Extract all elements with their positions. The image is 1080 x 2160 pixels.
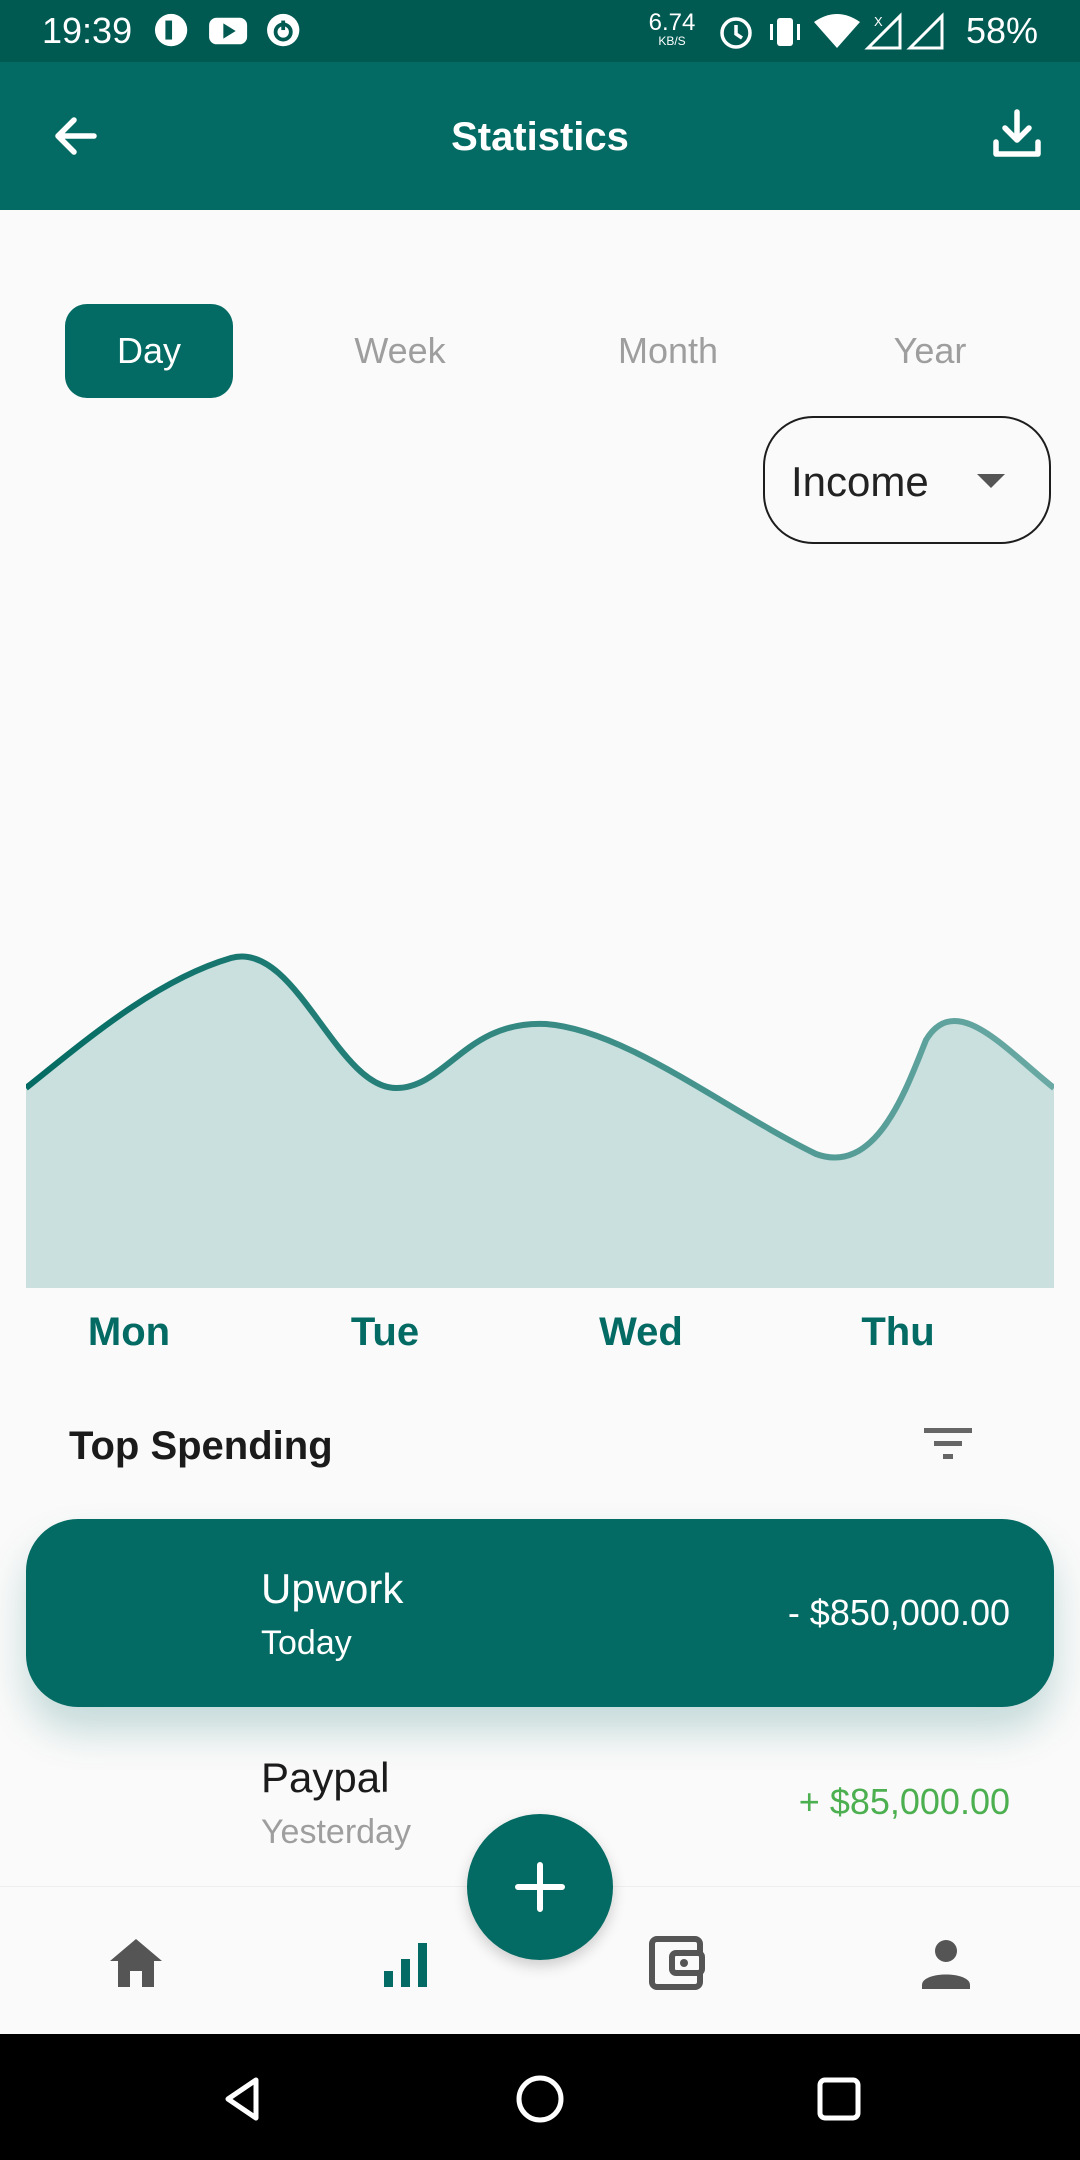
- x-label-mon: Mon: [87, 1310, 171, 1354]
- dropdown-value: Income: [791, 458, 929, 505]
- transaction-date: Yesterday: [261, 1813, 411, 1851]
- speed-value: 6.74: [648, 9, 696, 36]
- add-transaction-button[interactable]: [467, 1814, 613, 1960]
- signal-icon-2: [906, 12, 944, 50]
- chart-area: [26, 956, 1054, 1288]
- network-speed: 6.74 KB/S: [646, 9, 698, 49]
- transaction-date: Today: [261, 1624, 352, 1662]
- period-tabs: Day Week Month Year: [0, 304, 1080, 398]
- transaction-amount: - $850,000.00: [787, 1592, 1010, 1633]
- tab-month[interactable]: Month: [584, 304, 752, 398]
- status-time: 19:39: [42, 10, 133, 51]
- battery-level: 58%: [965, 10, 1038, 51]
- add-icon: [515, 1862, 565, 1912]
- stats-icon[interactable]: [374, 1931, 438, 1995]
- filter-icon[interactable]: [922, 1424, 974, 1464]
- wifi-icon: [814, 14, 860, 48]
- svg-text:X: X: [874, 14, 883, 29]
- home-icon[interactable]: [104, 1931, 168, 1995]
- status-bar: 19:39 6.74 KB/S X 58%: [0, 0, 1080, 62]
- download-icon[interactable]: [988, 106, 1046, 164]
- transaction-item[interactable]: Upwork Today - $850,000.00: [26, 1519, 1054, 1707]
- system-nav-bar: [0, 2034, 1080, 2160]
- x-label-wed: Wed: [599, 1310, 683, 1354]
- section-title: Top Spending: [69, 1424, 333, 1468]
- income-chart: [26, 953, 1054, 1288]
- nav-home-icon[interactable]: [513, 2072, 567, 2126]
- nav-recents-icon[interactable]: [812, 2072, 866, 2126]
- transaction-name: Upwork: [261, 1565, 404, 1612]
- profile-icon[interactable]: [914, 1931, 978, 1995]
- notification-icons: [154, 13, 300, 47]
- chart-x-axis: Mon Tue Wed Thu: [0, 1310, 1080, 1370]
- system-icons: X: [720, 12, 944, 50]
- alarm-icon: [720, 17, 752, 49]
- speed-unit: KB/S: [658, 34, 686, 48]
- vibrate-icon: [770, 18, 800, 46]
- tab-day[interactable]: Day: [65, 304, 233, 398]
- app-bar: Statistics: [0, 62, 1080, 210]
- nav-back-icon[interactable]: [216, 2072, 270, 2126]
- chevron-down-icon: [977, 474, 1005, 488]
- tab-year[interactable]: Year: [846, 304, 1014, 398]
- transaction-amount: + $85,000.00: [798, 1781, 1010, 1822]
- signal-icon: [864, 12, 902, 50]
- transaction-name: Paypal: [261, 1754, 390, 1801]
- tab-week[interactable]: Week: [316, 304, 484, 398]
- page-title: Statistics: [451, 115, 629, 159]
- wallet-icon[interactable]: [644, 1931, 708, 1995]
- x-label-tue: Tue: [350, 1310, 420, 1354]
- x-label-thu: Thu: [861, 1310, 935, 1354]
- type-dropdown[interactable]: Income: [763, 416, 1051, 544]
